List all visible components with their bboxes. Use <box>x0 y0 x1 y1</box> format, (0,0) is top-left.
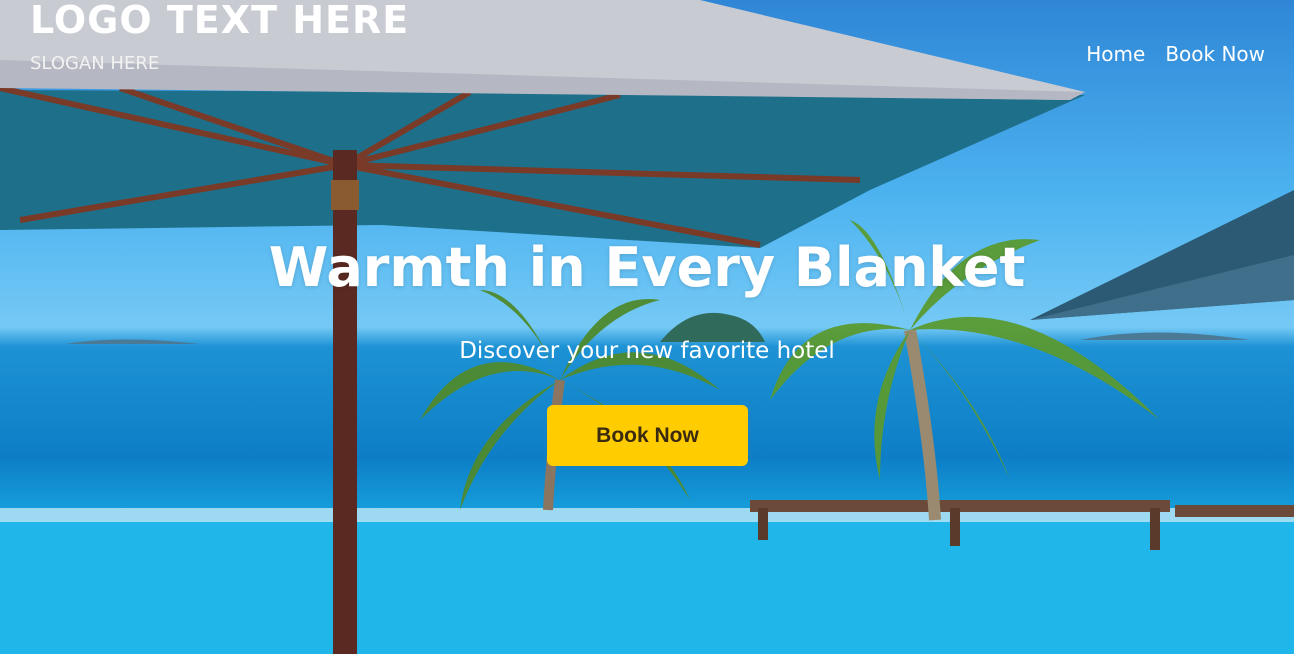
main-nav: Home Book Now <box>1086 42 1265 66</box>
hero-subheadline: Discover your new favorite hotel <box>459 338 835 364</box>
site-logo[interactable]: LOGO TEXT HERE <box>30 0 409 42</box>
umbrella-pole <box>333 150 357 654</box>
hero-section: LOGO TEXT HERE SLOGAN HERE Home Book Now… <box>0 0 1294 654</box>
hero-background-image <box>0 0 1294 654</box>
book-now-button[interactable]: Book Now <box>547 405 748 466</box>
site-slogan: SLOGAN HERE <box>30 53 160 74</box>
pool-water <box>0 520 1294 654</box>
nav-book-now-link[interactable]: Book Now <box>1165 42 1265 66</box>
hero-headline: Warmth in Every Blanket <box>268 236 1026 299</box>
palm-tree-left <box>420 290 720 510</box>
nav-home-link[interactable]: Home <box>1086 42 1145 66</box>
